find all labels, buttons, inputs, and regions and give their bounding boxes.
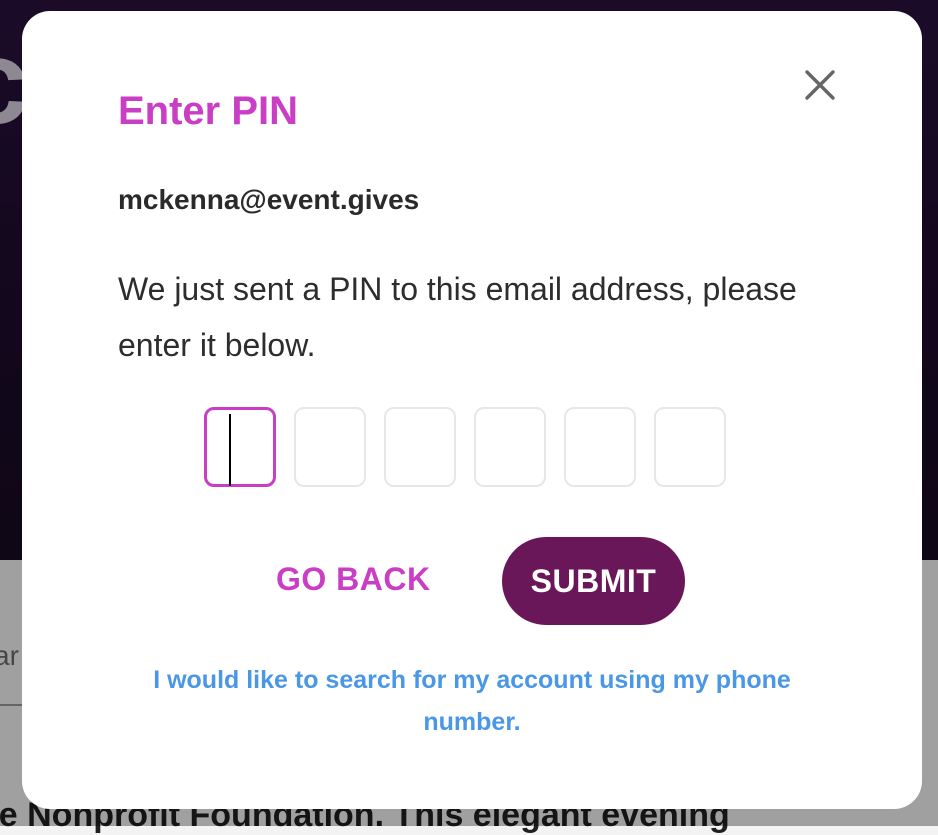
dialog-title: Enter PIN (118, 89, 299, 133)
enter-pin-dialog: Enter PIN mckenna@event.gives We just se… (22, 11, 922, 809)
pin-digit-5[interactable] (564, 407, 636, 487)
pin-digit-2[interactable] (294, 407, 366, 487)
close-icon (805, 70, 835, 100)
search-by-phone-link[interactable]: I would like to search for my account us… (142, 659, 802, 743)
submit-button[interactable]: SUBMIT (502, 537, 685, 625)
pin-input-group (204, 407, 726, 491)
email-address: mckenna@event.gives (118, 184, 420, 215)
pin-digit-3[interactable] (384, 407, 456, 487)
go-back-button[interactable]: GO BACK (276, 561, 431, 598)
pin-digit-1[interactable] (204, 407, 276, 487)
pin-digit-6[interactable] (654, 407, 726, 487)
pin-digit-4[interactable] (474, 407, 546, 487)
close-button[interactable] (802, 67, 838, 103)
phone-search-link-wrapper: I would like to search for my account us… (22, 659, 922, 743)
text-cursor (229, 414, 231, 486)
pin-instructions: We just sent a PIN to this email address… (118, 271, 797, 363)
dialog-actions: GO BACK SUBMIT (22, 537, 922, 625)
